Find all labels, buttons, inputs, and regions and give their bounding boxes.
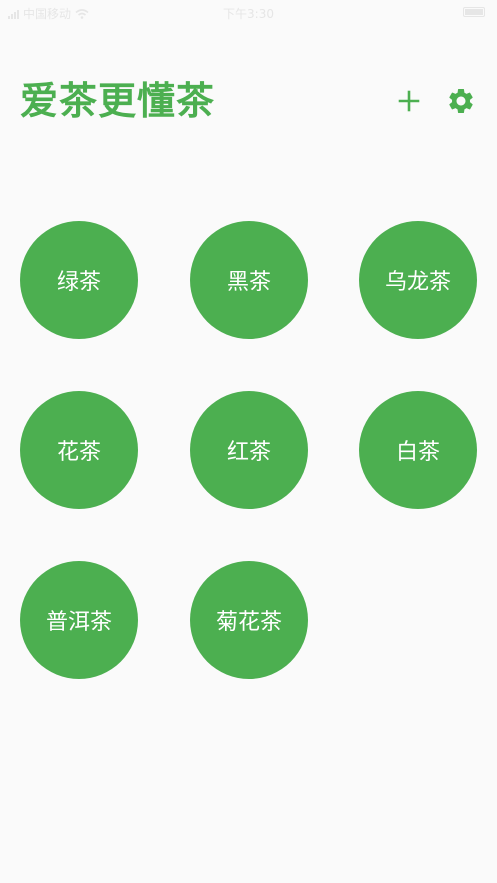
- tea-button-black[interactable]: 红茶: [190, 391, 308, 509]
- tea-button-puer[interactable]: 普洱茶: [20, 561, 138, 679]
- tea-button-white[interactable]: 白茶: [359, 391, 477, 509]
- tea-grid: 绿茶 黑茶 乌龙茶 花茶 红茶 白茶 普洱茶 菊花茶: [0, 0, 497, 883]
- tea-button-flower[interactable]: 花茶: [20, 391, 138, 509]
- tea-button-chrysanthemum[interactable]: 菊花茶: [190, 561, 308, 679]
- tea-button-oolong[interactable]: 乌龙茶: [359, 221, 477, 339]
- tea-button-dark[interactable]: 黑茶: [190, 221, 308, 339]
- tea-button-green[interactable]: 绿茶: [20, 221, 138, 339]
